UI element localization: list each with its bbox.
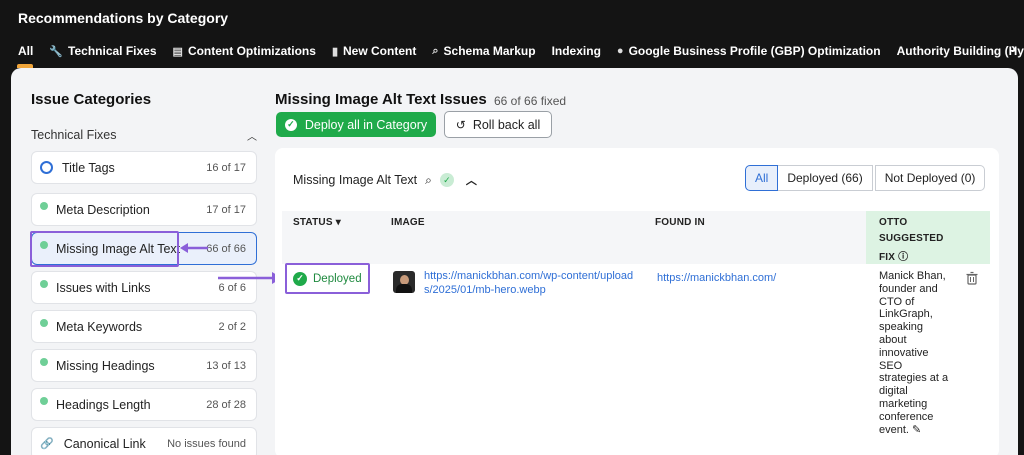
image-column-header: IMAGE	[391, 217, 425, 228]
check-icon: ✓	[439, 173, 454, 187]
arrow-left-icon	[180, 243, 208, 253]
check-icon: ✓	[284, 118, 297, 131]
sidebar-item-count: 16 of 17	[206, 161, 246, 174]
tab-technical-fixes[interactable]: 🔧 Technical Fixes	[49, 44, 156, 58]
sidebar-group-label: Technical Fixes	[31, 128, 117, 142]
column-label: FIX	[879, 252, 896, 263]
pencil-icon[interactable]: ✎	[912, 424, 921, 436]
filter-deployed[interactable]: Deployed (66)	[778, 165, 873, 191]
image-url-link[interactable]: https://manickbhan.com/wp-content/upload…	[424, 269, 634, 297]
search-icon[interactable]: ⌕	[425, 173, 432, 188]
tab-schema-markup[interactable]: ⌕ Schema Markup	[432, 44, 535, 58]
category-tabs: All 🔧 Technical Fixes ▤ Content Optimizati…	[18, 42, 1024, 60]
tab-new-content[interactable]: ▮ New Content	[332, 44, 416, 58]
roll-back-label: Roll back all	[472, 117, 541, 132]
deploy-all-label: Deploy all in Category	[304, 117, 428, 132]
sidebar-item-label: Canonical Link	[63, 436, 146, 451]
link-icon: 🔗	[40, 438, 54, 450]
sidebar-item-count: 17 of 17	[206, 203, 246, 216]
sidebar-group-header[interactable]: Technical Fixes ︿	[31, 128, 257, 143]
status-dot-icon	[40, 396, 48, 405]
sidebar-item-canonical-link[interactable]: 🔗 Canonical Link No issues found	[31, 427, 257, 455]
fixed-count: 66 of 66 fixed	[494, 94, 567, 108]
roll-back-all-button[interactable]: ↺ Roll back all	[444, 111, 552, 138]
sidebar-item-label: Missing Headings	[56, 358, 155, 373]
trash-icon[interactable]	[965, 271, 979, 285]
tab-label: Schema Markup	[443, 44, 536, 58]
sort-down-icon: ▾	[335, 217, 341, 228]
highlight-box	[30, 231, 179, 267]
sidebar-title: Issue Categories	[31, 91, 152, 108]
image-thumbnail[interactable]	[393, 271, 415, 293]
tab-label: Google Business Profile (GBP) Optimizati…	[628, 44, 881, 58]
status-dot-icon	[40, 318, 48, 327]
otto-column-label-fix: FIX ⓘ	[879, 248, 908, 263]
sidebar-item-count: No issues found	[167, 437, 246, 450]
sidebar-item-label: Meta Keywords	[56, 319, 143, 334]
tab-label: Indexing	[551, 44, 601, 58]
arrow-right-icon	[218, 272, 282, 284]
suggested-fix-text[interactable]: Manick Bhan, founder and CTO of LinkGrap…	[879, 270, 949, 436]
tab-label: New Content	[343, 44, 417, 58]
sidebar-item-count: 28 of 28	[206, 398, 246, 411]
status-dot-icon	[40, 201, 48, 210]
search-icon: ⌕	[432, 44, 439, 57]
tab-content-optimizations[interactable]: ▤ Content Optimizations	[173, 44, 316, 58]
found-in-link[interactable]: https://manickbhan.com/	[657, 272, 776, 284]
filter-not-deployed[interactable]: Not Deployed (0)	[874, 165, 986, 191]
chevron-up-icon[interactable]: ︿	[247, 128, 257, 143]
suggested-fix-value: Manick Bhan, founder and CTO of LinkGrap…	[879, 270, 949, 436]
progress-ring-icon	[40, 161, 53, 174]
sidebar-item-count: 66 of 66	[206, 242, 246, 255]
tab-authority-building[interactable]: Authority Building (Hype	[897, 44, 1024, 58]
sidebar-item-label: Title Tags	[62, 160, 115, 175]
new-document-icon: ▮	[331, 45, 338, 58]
found-in-column-header: FOUND IN	[655, 217, 705, 228]
document-edit-icon: ▤	[172, 45, 183, 58]
panel-header: Missing Image Alt Text ⌕ ✓ ︿	[293, 172, 477, 188]
info-icon[interactable]: ⓘ	[898, 252, 908, 263]
page-title: Recommendations by Category	[18, 10, 229, 26]
thumbnail-body	[396, 284, 412, 293]
rollback-icon: ↺	[455, 117, 466, 132]
tab-label: Technical Fixes	[68, 44, 157, 58]
column-label: STATUS	[293, 217, 333, 228]
highlight-box	[285, 263, 370, 294]
chevron-up-icon[interactable]: ︿	[466, 172, 477, 188]
otto-column-label: SUGGESTED	[879, 233, 944, 244]
sidebar-item-label: Headings Length	[56, 397, 151, 412]
deploy-all-button[interactable]: ✓ Deploy all in Category	[276, 112, 436, 137]
sidebar-item-count: 2 of 2	[218, 320, 246, 333]
location-pin-icon: ●	[616, 45, 624, 57]
tab-label: All	[18, 44, 34, 58]
sidebar-item-meta-keywords[interactable]: Meta Keywords 2 of 2	[31, 310, 257, 343]
filter-all[interactable]: All	[745, 165, 779, 191]
tab-gbp-optimization[interactable]: ● Google Business Profile (GBP) Optimizat…	[617, 44, 881, 58]
tab-all[interactable]: All	[18, 44, 33, 58]
status-dot-icon	[40, 279, 48, 288]
sidebar-item-count: 13 of 13	[206, 359, 246, 372]
chevron-right-icon[interactable]: ›	[1011, 40, 1016, 57]
sidebar-item-missing-headings[interactable]: Missing Headings 13 of 13	[31, 349, 257, 382]
deploy-filter: All Deployed (66) Not Deployed (0)	[745, 165, 986, 191]
tab-label: Authority Building (Hype	[896, 44, 1024, 58]
sidebar-item-headings-length[interactable]: Headings Length 28 of 28	[31, 388, 257, 421]
issue-title: Missing Image Alt Text Issues	[275, 91, 487, 108]
sidebar-item-label: Issues with Links	[56, 280, 151, 295]
tab-indexing[interactable]: Indexing	[552, 44, 601, 58]
panel-title: Missing Image Alt Text	[293, 173, 418, 187]
status-dot-icon	[40, 357, 48, 366]
status-column-header[interactable]: STATUS ▾	[293, 217, 341, 228]
sidebar-item-title-tags[interactable]: Title Tags 16 of 17	[31, 151, 257, 184]
wrench-icon: 🔧	[49, 45, 64, 58]
sidebar-item-label: Meta Description	[56, 202, 150, 217]
sidebar-item-meta-description[interactable]: Meta Description 17 of 17	[31, 193, 257, 226]
tab-label: Content Optimizations	[187, 44, 316, 58]
otto-column-label: OTTO	[879, 217, 908, 228]
